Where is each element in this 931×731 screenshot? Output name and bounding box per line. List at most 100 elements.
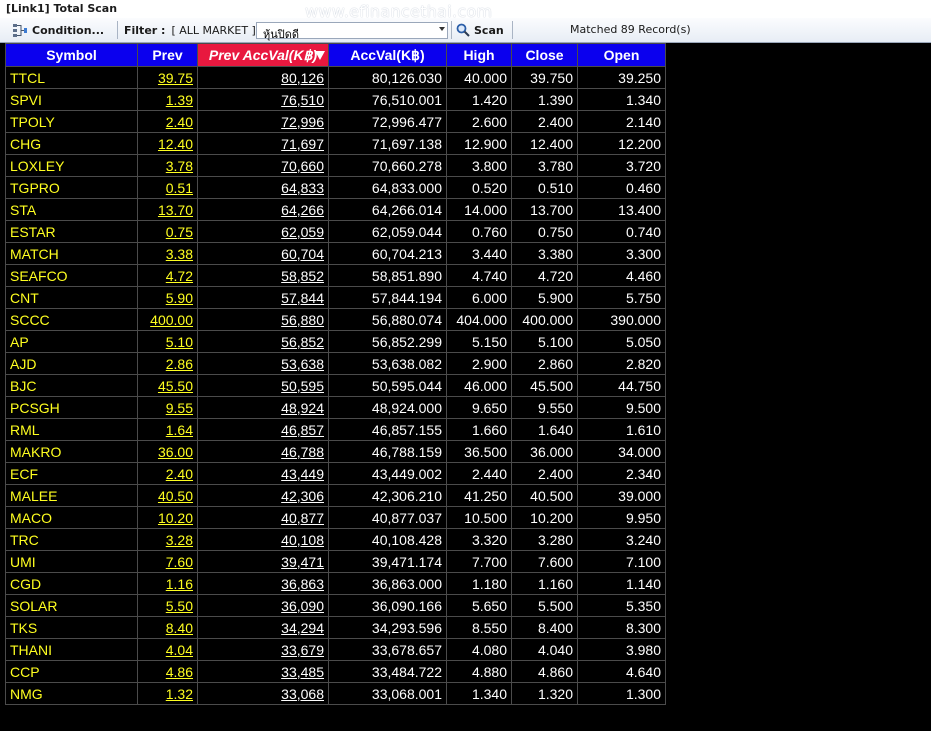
table-row[interactable]: LOXLEY 3.78 70,660 70,660.278 3.800 3.780 3.72… (5, 154, 666, 177)
symbol-cell[interactable]: TRC (5, 528, 138, 551)
prev-accval-cell[interactable]: 39,471 (197, 550, 329, 573)
filter-market-value[interactable]: [ ALL MARKET ] (171, 24, 255, 37)
prev-cell[interactable]: 2.40 (137, 110, 198, 133)
prev-accval-cell[interactable]: 57,844 (197, 286, 329, 309)
prev-cell[interactable]: 1.64 (137, 418, 198, 441)
prev-accval-cell[interactable]: 40,108 (197, 528, 329, 551)
prev-cell[interactable]: 3.78 (137, 154, 198, 177)
prev-accval-cell[interactable]: 53,638 (197, 352, 329, 375)
symbol-cell[interactable]: MACO (5, 506, 138, 529)
prev-cell[interactable]: 40.50 (137, 484, 198, 507)
table-row[interactable]: TPOLY 2.40 72,996 72,996.477 2.600 2.400 2.140 (5, 110, 666, 133)
prev-accval-cell[interactable]: 56,880 (197, 308, 329, 331)
prev-accval-cell[interactable]: 33,485 (197, 660, 329, 683)
symbol-cell[interactable]: SEAFCO (5, 264, 138, 287)
table-row[interactable]: PCSGH 9.55 48,924 48,924.000 9.650 9.550 9.500 (5, 396, 666, 419)
prev-accval-cell[interactable]: 56,852 (197, 330, 329, 353)
symbol-cell[interactable]: BJC (5, 374, 138, 397)
scan-button[interactable]: Scan (456, 20, 504, 40)
prev-cell[interactable]: 45.50 (137, 374, 198, 397)
symbol-cell[interactable]: CNT (5, 286, 138, 309)
column-header-open[interactable]: Open (577, 43, 666, 67)
chevron-down-icon[interactable] (439, 27, 445, 31)
symbol-cell[interactable]: ESTAR (5, 220, 138, 243)
prev-accval-cell[interactable]: 33,068 (197, 682, 329, 705)
prev-accval-cell[interactable]: 40,877 (197, 506, 329, 529)
prev-cell[interactable]: 4.72 (137, 264, 198, 287)
symbol-cell[interactable]: MAKRO (5, 440, 138, 463)
table-row[interactable]: MATCH 3.38 60,704 60,704.213 3.440 3.380 3.300 (5, 242, 666, 265)
prev-cell[interactable]: 1.39 (137, 88, 198, 111)
prev-cell[interactable]: 3.28 (137, 528, 198, 551)
prev-cell[interactable]: 400.00 (137, 308, 198, 331)
table-row[interactable]: SOLAR 5.50 36,090 36,090.166 5.650 5.500 5.350 (5, 594, 666, 617)
symbol-cell[interactable]: RML (5, 418, 138, 441)
prev-cell[interactable]: 7.60 (137, 550, 198, 573)
prev-cell[interactable]: 8.40 (137, 616, 198, 639)
prev-cell[interactable]: 13.70 (137, 198, 198, 221)
column-header-high[interactable]: High (446, 43, 512, 67)
prev-accval-cell[interactable]: 72,996 (197, 110, 329, 133)
table-row[interactable]: ECF 2.40 43,449 43,449.002 2.440 2.400 2.340 (5, 462, 666, 485)
symbol-cell[interactable]: ECF (5, 462, 138, 485)
prev-accval-cell[interactable]: 36,090 (197, 594, 329, 617)
table-row[interactable]: SCCC 400.00 56,880 56,880.074 404.000 400.000… (5, 308, 666, 331)
condition-button[interactable]: Condition... (4, 20, 114, 40)
symbol-cell[interactable]: SPVI (5, 88, 138, 111)
symbol-cell[interactable]: AJD (5, 352, 138, 375)
symbol-cell[interactable]: AP (5, 330, 138, 353)
prev-accval-cell[interactable]: 58,852 (197, 264, 329, 287)
table-row[interactable]: CNT 5.90 57,844 57,844.194 6.000 5.900 5.750 (5, 286, 666, 309)
prev-accval-cell[interactable]: 48,924 (197, 396, 329, 419)
column-header-close[interactable]: Close (511, 43, 578, 67)
symbol-cell[interactable]: THANI (5, 638, 138, 661)
prev-accval-cell[interactable]: 36,863 (197, 572, 329, 595)
prev-accval-cell[interactable]: 43,449 (197, 462, 329, 485)
prev-accval-cell[interactable]: 50,595 (197, 374, 329, 397)
prev-accval-cell[interactable]: 64,833 (197, 176, 329, 199)
prev-cell[interactable]: 9.55 (137, 396, 198, 419)
prev-accval-cell[interactable]: 76,510 (197, 88, 329, 111)
table-row[interactable]: SEAFCO 4.72 58,852 58,851.890 4.740 4.720 4.46… (5, 264, 666, 287)
table-row[interactable]: MACO 10.20 40,877 40,877.037 10.500 10.200 9.9… (5, 506, 666, 529)
table-row[interactable]: ESTAR 0.75 62,059 62,059.044 0.760 0.750 0.740 (5, 220, 666, 243)
prev-cell[interactable]: 1.16 (137, 572, 198, 595)
prev-cell[interactable]: 39.75 (137, 66, 198, 89)
table-row[interactable]: TGPRO 0.51 64,833 64,833.000 0.520 0.510 0.460 (5, 176, 666, 199)
table-row[interactable]: CHG 12.40 71,697 71,697.138 12.900 12.400 12.2… (5, 132, 666, 155)
symbol-cell[interactable]: CHG (5, 132, 138, 155)
table-row[interactable]: RML 1.64 46,857 46,857.155 1.660 1.640 1.610 (5, 418, 666, 441)
symbol-cell[interactable]: TGPRO (5, 176, 138, 199)
prev-cell[interactable]: 2.40 (137, 462, 198, 485)
symbol-cell[interactable]: TPOLY (5, 110, 138, 133)
symbol-cell[interactable]: SOLAR (5, 594, 138, 617)
prev-accval-cell[interactable]: 62,059 (197, 220, 329, 243)
table-row[interactable]: CCP 4.86 33,485 33,484.722 4.880 4.860 4.640 (5, 660, 666, 683)
prev-cell[interactable]: 2.86 (137, 352, 198, 375)
prev-cell[interactable]: 0.51 (137, 176, 198, 199)
table-row[interactable]: TRC 3.28 40,108 40,108.428 3.320 3.280 3.240 (5, 528, 666, 551)
table-row[interactable]: SPVI 1.39 76,510 76,510.001 1.420 1.390 1.340 (5, 88, 666, 111)
prev-cell[interactable]: 36.00 (137, 440, 198, 463)
prev-cell[interactable]: 3.38 (137, 242, 198, 265)
table-row[interactable]: TKS 8.40 34,294 34,293.596 8.550 8.400 8.300 (5, 616, 666, 639)
symbol-cell[interactable]: UMI (5, 550, 138, 573)
prev-cell[interactable]: 5.10 (137, 330, 198, 353)
symbol-cell[interactable]: MATCH (5, 242, 138, 265)
symbol-cell[interactable]: TKS (5, 616, 138, 639)
symbol-cell[interactable]: MALEE (5, 484, 138, 507)
column-header-prev[interactable]: Prev (137, 43, 198, 67)
scan-condition-select[interactable]: หุ้นปิดดี (256, 22, 448, 41)
prev-cell[interactable]: 5.90 (137, 286, 198, 309)
table-row[interactable]: MALEE 40.50 42,306 42,306.210 41.250 40.500 39… (5, 484, 666, 507)
symbol-cell[interactable]: NMG (5, 682, 138, 705)
symbol-cell[interactable]: CCP (5, 660, 138, 683)
prev-accval-cell[interactable]: 42,306 (197, 484, 329, 507)
prev-accval-cell[interactable]: 33,679 (197, 638, 329, 661)
table-row[interactable]: AJD 2.86 53,638 53,638.082 2.900 2.860 2.820 (5, 352, 666, 375)
table-row[interactable]: NMG 1.32 33,068 33,068.001 1.340 1.320 1.300 (5, 682, 666, 705)
symbol-cell[interactable]: PCSGH (5, 396, 138, 419)
symbol-cell[interactable]: LOXLEY (5, 154, 138, 177)
symbol-cell[interactable]: SCCC (5, 308, 138, 331)
prev-accval-cell[interactable]: 80,126 (197, 66, 329, 89)
